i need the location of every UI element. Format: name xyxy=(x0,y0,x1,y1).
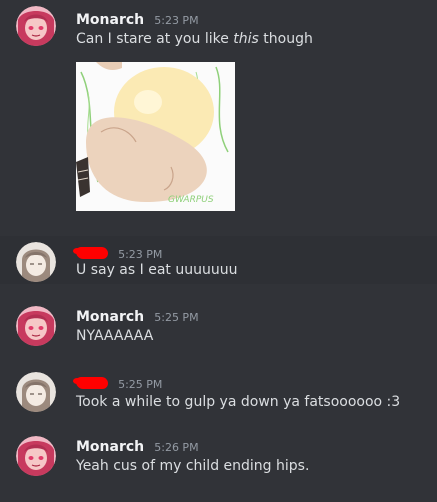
message-content: Can I stare at you like this though xyxy=(76,31,313,47)
username[interactable]: Monarch xyxy=(76,309,144,325)
timestamp[interactable]: 5:25 PM xyxy=(154,311,198,324)
message-header: Monarch 5:23 PM xyxy=(76,9,199,29)
message-header: Monarch 5:26 PM xyxy=(76,436,199,456)
chat-message: Monarch 5:23 PM Can I stare at you like … xyxy=(0,0,437,225)
username[interactable]: Monarch xyxy=(76,12,144,28)
chat-message: Monarch 5:25 PM NYAAAAAA xyxy=(0,300,437,356)
timestamp[interactable]: 5:26 PM xyxy=(154,441,198,454)
chat-message-list: Monarch 5:23 PM Can I stare at you like … xyxy=(0,0,437,502)
avatar-redacted-user[interactable] xyxy=(16,372,56,412)
avatar-monarch[interactable] xyxy=(16,436,56,476)
avatar-monarch[interactable] xyxy=(16,306,56,346)
message-header: 5:25 PM xyxy=(73,373,162,393)
attachment-image: GWARPUS xyxy=(76,62,235,211)
redacted-username[interactable] xyxy=(73,247,108,259)
timestamp[interactable]: 5:23 PM xyxy=(118,248,162,261)
message-text-emphasis: this xyxy=(233,31,259,47)
chat-message: 5:25 PM Took a while to gulp ya down ya … xyxy=(0,366,437,422)
message-text: Took a while to gulp ya down ya fatsoooo… xyxy=(76,394,401,410)
message-text: NYAAAAAA xyxy=(76,328,154,344)
chat-message: 5:23 PM U say as I eat uuuuuuu xyxy=(0,236,437,284)
message-text: Yeah cus of my child ending hips. xyxy=(76,458,310,474)
message-text: Can I stare at you like xyxy=(76,31,234,47)
timestamp[interactable]: 5:23 PM xyxy=(154,14,198,27)
avatar-redacted-user[interactable] xyxy=(16,242,56,282)
message-text: U say as I eat uuuuuuu xyxy=(76,262,238,278)
chat-message: Monarch 5:26 PM Yeah cus of my child end… xyxy=(0,430,437,490)
timestamp[interactable]: 5:25 PM xyxy=(118,378,162,391)
message-header: Monarch 5:25 PM xyxy=(76,306,199,326)
username[interactable]: Monarch xyxy=(76,439,144,455)
image-attachment[interactable]: GWARPUS xyxy=(76,62,235,211)
watermark: GWARPUS xyxy=(168,195,214,205)
avatar-monarch[interactable] xyxy=(16,6,56,46)
message-text: though xyxy=(258,31,313,47)
message-header: 5:23 PM xyxy=(73,243,162,263)
redacted-username[interactable] xyxy=(73,377,108,389)
